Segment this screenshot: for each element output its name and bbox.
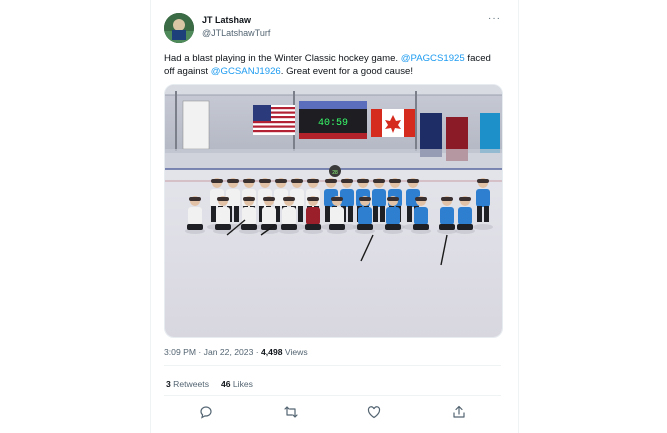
player: [440, 207, 454, 225]
tweet-text-part: Had a blast playing in the Winter Classi…: [164, 53, 401, 64]
likes-label: Likes: [230, 379, 253, 389]
action-bar: [164, 404, 501, 422]
hockey-team-photo: 40:59 28: [165, 85, 502, 337]
player: [372, 189, 386, 207]
player: [306, 207, 320, 225]
author-name[interactable]: JT Latshaw: [202, 15, 251, 25]
player: [282, 207, 296, 225]
player: [414, 207, 428, 225]
meta-separator: ·: [196, 347, 204, 357]
player: [216, 207, 230, 225]
more-icon[interactable]: ···: [488, 13, 501, 24]
scoreboard-small: 28: [332, 170, 338, 176]
player: [458, 207, 472, 225]
likes-stat[interactable]: 46 Likes: [221, 379, 253, 389]
player: [262, 207, 276, 225]
mention-link[interactable]: @PAGCS1925: [401, 53, 465, 64]
player: [188, 207, 202, 225]
tweet-photo[interactable]: 40:59 28: [164, 84, 503, 338]
tweet-text: Had a blast playing in the Winter Classi…: [164, 52, 494, 78]
player: [242, 207, 256, 225]
player: [358, 207, 372, 225]
tweet-text-part: . Great event for a good cause!: [280, 66, 414, 77]
author-avatar[interactable]: [164, 13, 194, 43]
retweets-label: Retweets: [170, 379, 209, 389]
scoreboard-time: 40:59: [318, 118, 348, 129]
tweet-stats: 3 Retweets 46 Likes: [166, 379, 253, 389]
views-label: Views: [282, 347, 308, 357]
mention-link[interactable]: @GCSANJ1926: [211, 66, 281, 77]
views-count: 4,498: [261, 347, 283, 357]
retweet-icon[interactable]: [283, 404, 299, 420]
author-handle[interactable]: @JTLatshawTurf: [202, 28, 270, 38]
tweet-time[interactable]: 3:09 PM: [164, 347, 196, 357]
player: [330, 207, 344, 225]
likes-count: 46: [220, 379, 231, 389]
divider: [164, 365, 501, 366]
tweet-date[interactable]: Jan 22, 2023: [204, 347, 254, 357]
heart-icon[interactable]: [366, 404, 382, 420]
meta-separator: ·: [253, 347, 261, 357]
retweets-stat[interactable]: 3 Retweets: [166, 379, 209, 389]
player: [386, 207, 400, 225]
tweet-meta: 3:09 PM · Jan 22, 2023 · 4,498 Views: [164, 347, 308, 357]
reply-icon[interactable]: [198, 404, 214, 420]
share-icon[interactable]: [451, 404, 467, 420]
player: [476, 189, 490, 207]
divider: [164, 395, 501, 396]
